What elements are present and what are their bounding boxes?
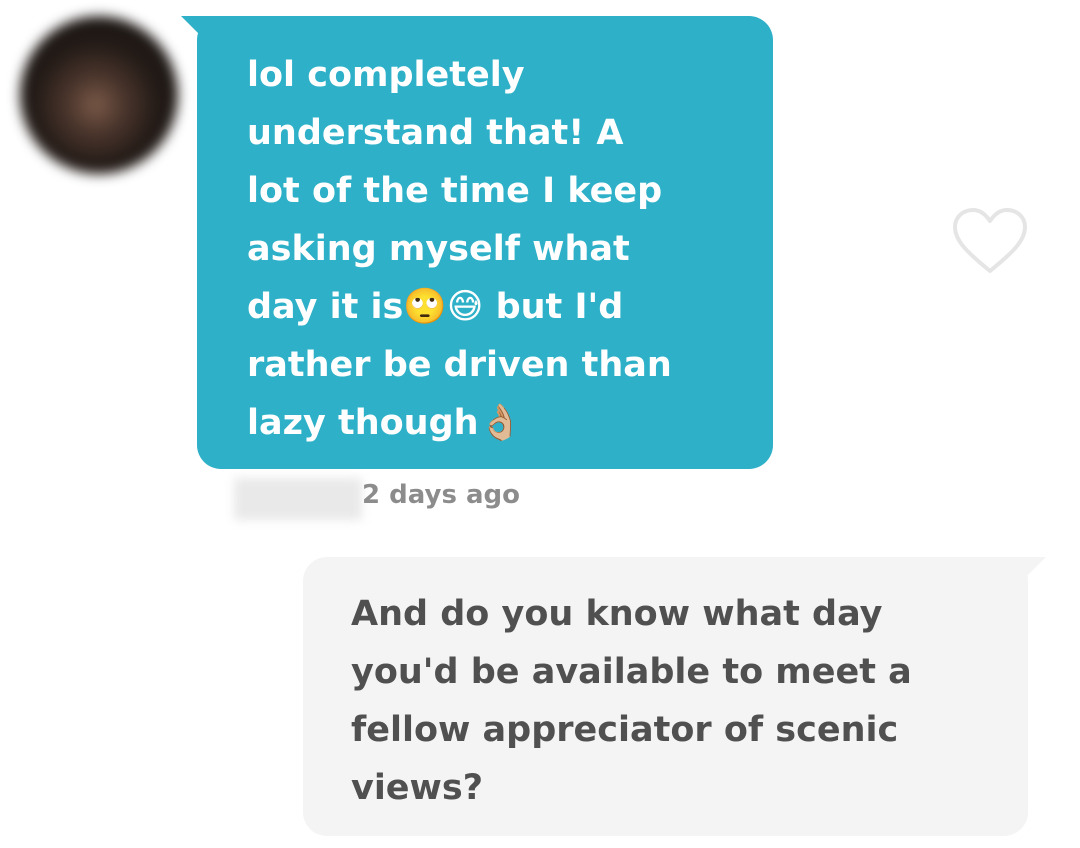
like-heart-icon[interactable] [950,205,1030,277]
received-message-bubble[interactable]: lol completely understand that! A lot of… [197,16,773,469]
sender-avatar[interactable] [20,16,178,174]
message-timestamp: 2 days ago [362,480,520,510]
received-message-text: lol completely understand that! A lot of… [247,55,672,443]
chat-thread: lol completely understand that! A lot of… [0,0,1080,848]
sender-name-redacted [234,478,362,520]
sent-message-text: And do you know what day you'd be availa… [351,594,912,808]
sent-message-bubble[interactable]: And do you know what day you'd be availa… [303,557,1028,836]
